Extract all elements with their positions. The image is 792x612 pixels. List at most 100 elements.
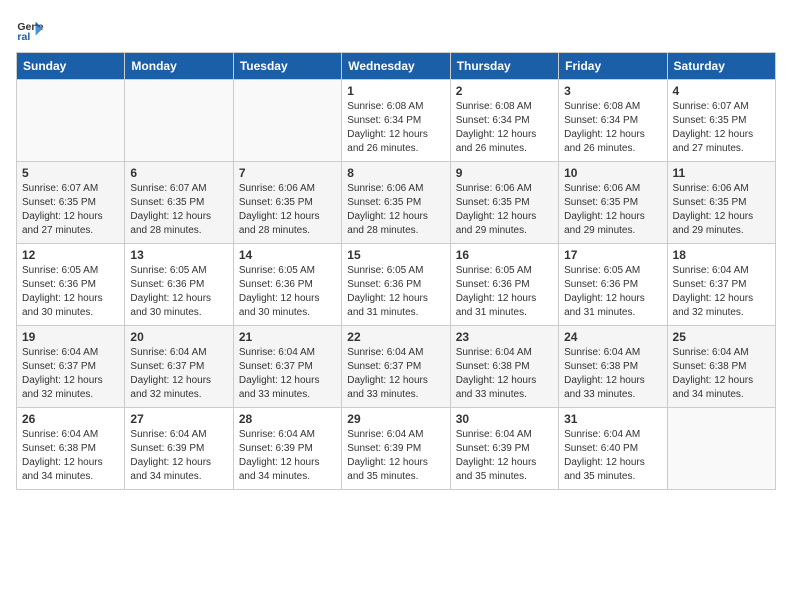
day-info: Sunrise: 6:04 AM Sunset: 6:37 PM Dayligh…: [22, 346, 119, 402]
day-number: 15: [347, 248, 444, 262]
day-number: 12: [22, 248, 119, 262]
day-cell: [233, 80, 341, 162]
header-row: SundayMondayTuesdayWednesdayThursdayFrid…: [17, 53, 776, 80]
day-number: 17: [564, 248, 661, 262]
day-number: 31: [564, 412, 661, 426]
day-info: Sunrise: 6:05 AM Sunset: 6:36 PM Dayligh…: [456, 264, 553, 320]
day-info: Sunrise: 6:04 AM Sunset: 6:37 PM Dayligh…: [347, 346, 444, 402]
logo: Gene ral: [16, 16, 48, 44]
logo-icon: Gene ral: [16, 16, 44, 44]
day-cell: 24 Sunrise: 6:04 AM Sunset: 6:38 PM Dayli…: [559, 326, 667, 408]
day-number: 24: [564, 330, 661, 344]
day-info: Sunrise: 6:07 AM Sunset: 6:35 PM Dayligh…: [130, 182, 227, 238]
day-cell: 14 Sunrise: 6:05 AM Sunset: 6:36 PM Dayli…: [233, 244, 341, 326]
day-number: 29: [347, 412, 444, 426]
header-day-tuesday: Tuesday: [233, 53, 341, 80]
day-number: 18: [673, 248, 770, 262]
day-info: Sunrise: 6:06 AM Sunset: 6:35 PM Dayligh…: [239, 182, 336, 238]
day-cell: 19 Sunrise: 6:04 AM Sunset: 6:37 PM Dayli…: [17, 326, 125, 408]
day-cell: 13 Sunrise: 6:05 AM Sunset: 6:36 PM Dayli…: [125, 244, 233, 326]
day-info: Sunrise: 6:04 AM Sunset: 6:39 PM Dayligh…: [347, 428, 444, 484]
day-info: Sunrise: 6:04 AM Sunset: 6:40 PM Dayligh…: [564, 428, 661, 484]
day-cell: [125, 80, 233, 162]
day-cell: 20 Sunrise: 6:04 AM Sunset: 6:37 PM Dayli…: [125, 326, 233, 408]
day-number: 28: [239, 412, 336, 426]
day-number: 10: [564, 166, 661, 180]
day-info: Sunrise: 6:05 AM Sunset: 6:36 PM Dayligh…: [22, 264, 119, 320]
day-number: 6: [130, 166, 227, 180]
day-cell: 21 Sunrise: 6:04 AM Sunset: 6:37 PM Dayli…: [233, 326, 341, 408]
day-cell: 12 Sunrise: 6:05 AM Sunset: 6:36 PM Dayli…: [17, 244, 125, 326]
day-cell: [17, 80, 125, 162]
header-day-friday: Friday: [559, 53, 667, 80]
day-info: Sunrise: 6:05 AM Sunset: 6:36 PM Dayligh…: [130, 264, 227, 320]
week-row-2: 5 Sunrise: 6:07 AM Sunset: 6:35 PM Daylig…: [17, 162, 776, 244]
day-number: 21: [239, 330, 336, 344]
day-info: Sunrise: 6:05 AM Sunset: 6:36 PM Dayligh…: [347, 264, 444, 320]
day-number: 14: [239, 248, 336, 262]
day-info: Sunrise: 6:07 AM Sunset: 6:35 PM Dayligh…: [673, 100, 770, 156]
calendar-header: SundayMondayTuesdayWednesdayThursdayFrid…: [17, 53, 776, 80]
day-cell: 8Sunrise: 6:06 AM Sunset: 6:35 PM Daylig…: [342, 162, 450, 244]
day-info: Sunrise: 6:06 AM Sunset: 6:35 PM Dayligh…: [673, 182, 770, 238]
day-info: Sunrise: 6:04 AM Sunset: 6:39 PM Dayligh…: [239, 428, 336, 484]
day-number: 25: [673, 330, 770, 344]
day-number: 23: [456, 330, 553, 344]
day-cell: [667, 408, 775, 490]
day-cell: 3 Sunrise: 6:08 AM Sunset: 6:34 PM Daylig…: [559, 80, 667, 162]
header-day-saturday: Saturday: [667, 53, 775, 80]
day-cell: 7 Sunrise: 6:06 AM Sunset: 6:35 PM Daylig…: [233, 162, 341, 244]
week-row-3: 12 Sunrise: 6:05 AM Sunset: 6:36 PM Dayli…: [17, 244, 776, 326]
day-number: 30: [456, 412, 553, 426]
day-number: 20: [130, 330, 227, 344]
page-header: Gene ral: [16, 16, 776, 44]
day-cell: 23 Sunrise: 6:04 AM Sunset: 6:38 PM Dayli…: [450, 326, 558, 408]
day-info: Sunrise: 6:04 AM Sunset: 6:37 PM Dayligh…: [673, 264, 770, 320]
week-row-5: 26Sunrise: 6:04 AM Sunset: 6:38 PM Dayli…: [17, 408, 776, 490]
day-cell: 22 Sunrise: 6:04 AM Sunset: 6:37 PM Dayli…: [342, 326, 450, 408]
day-info: Sunrise: 6:04 AM Sunset: 6:38 PM Dayligh…: [564, 346, 661, 402]
day-info: Sunrise: 6:04 AM Sunset: 6:39 PM Dayligh…: [456, 428, 553, 484]
day-number: 22: [347, 330, 444, 344]
day-cell: 1Sunrise: 6:08 AM Sunset: 6:34 PM Daylig…: [342, 80, 450, 162]
day-cell: 27 Sunrise: 6:04 AM Sunset: 6:39 PM Dayli…: [125, 408, 233, 490]
day-cell: 26Sunrise: 6:04 AM Sunset: 6:38 PM Dayli…: [17, 408, 125, 490]
day-number: 7: [239, 166, 336, 180]
day-number: 13: [130, 248, 227, 262]
week-row-1: 1Sunrise: 6:08 AM Sunset: 6:34 PM Daylig…: [17, 80, 776, 162]
day-info: Sunrise: 6:04 AM Sunset: 6:37 PM Dayligh…: [130, 346, 227, 402]
day-info: Sunrise: 6:07 AM Sunset: 6:35 PM Dayligh…: [22, 182, 119, 238]
day-cell: 10Sunrise: 6:06 AM Sunset: 6:35 PM Dayli…: [559, 162, 667, 244]
day-info: Sunrise: 6:04 AM Sunset: 6:38 PM Dayligh…: [22, 428, 119, 484]
calendar-body: 1Sunrise: 6:08 AM Sunset: 6:34 PM Daylig…: [17, 80, 776, 490]
day-cell: 17 Sunrise: 6:05 AM Sunset: 6:36 PM Dayli…: [559, 244, 667, 326]
day-info: Sunrise: 6:04 AM Sunset: 6:37 PM Dayligh…: [239, 346, 336, 402]
day-cell: 18 Sunrise: 6:04 AM Sunset: 6:37 PM Dayli…: [667, 244, 775, 326]
day-number: 2: [456, 84, 553, 98]
day-info: Sunrise: 6:08 AM Sunset: 6:34 PM Dayligh…: [564, 100, 661, 156]
day-cell: 30 Sunrise: 6:04 AM Sunset: 6:39 PM Dayli…: [450, 408, 558, 490]
day-cell: 11Sunrise: 6:06 AM Sunset: 6:35 PM Dayli…: [667, 162, 775, 244]
header-day-thursday: Thursday: [450, 53, 558, 80]
day-number: 16: [456, 248, 553, 262]
day-info: Sunrise: 6:04 AM Sunset: 6:38 PM Dayligh…: [673, 346, 770, 402]
day-info: Sunrise: 6:08 AM Sunset: 6:34 PM Dayligh…: [456, 100, 553, 156]
day-info: Sunrise: 6:05 AM Sunset: 6:36 PM Dayligh…: [239, 264, 336, 320]
day-number: 4: [673, 84, 770, 98]
day-number: 5: [22, 166, 119, 180]
day-cell: 4 Sunrise: 6:07 AM Sunset: 6:35 PM Daylig…: [667, 80, 775, 162]
day-info: Sunrise: 6:04 AM Sunset: 6:38 PM Dayligh…: [456, 346, 553, 402]
day-cell: 16 Sunrise: 6:05 AM Sunset: 6:36 PM Dayli…: [450, 244, 558, 326]
week-row-4: 19 Sunrise: 6:04 AM Sunset: 6:37 PM Dayli…: [17, 326, 776, 408]
day-number: 8: [347, 166, 444, 180]
day-number: 27: [130, 412, 227, 426]
day-cell: 29 Sunrise: 6:04 AM Sunset: 6:39 PM Dayli…: [342, 408, 450, 490]
day-info: Sunrise: 6:05 AM Sunset: 6:36 PM Dayligh…: [564, 264, 661, 320]
header-day-monday: Monday: [125, 53, 233, 80]
day-number: 19: [22, 330, 119, 344]
day-number: 3: [564, 84, 661, 98]
header-day-wednesday: Wednesday: [342, 53, 450, 80]
day-cell: 5 Sunrise: 6:07 AM Sunset: 6:35 PM Daylig…: [17, 162, 125, 244]
day-cell: 6 Sunrise: 6:07 AM Sunset: 6:35 PM Daylig…: [125, 162, 233, 244]
day-info: Sunrise: 6:04 AM Sunset: 6:39 PM Dayligh…: [130, 428, 227, 484]
